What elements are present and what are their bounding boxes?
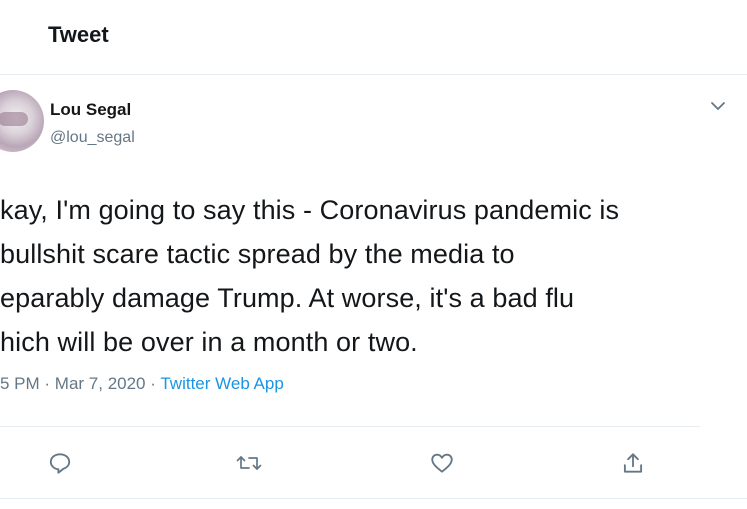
divider bbox=[0, 426, 700, 427]
reply-button[interactable] bbox=[43, 446, 77, 480]
tweet-line: bullshit scare tactic spread by the medi… bbox=[0, 239, 515, 269]
avatar[interactable] bbox=[0, 90, 44, 152]
tweet-line: hich will be over in a month or two. bbox=[0, 327, 418, 357]
tweet-actions bbox=[0, 440, 747, 488]
retweet-icon bbox=[235, 450, 263, 476]
retweet-button[interactable] bbox=[232, 446, 266, 480]
tweet-time[interactable]: 5 PM bbox=[0, 374, 40, 393]
meta-separator: · bbox=[145, 374, 161, 393]
like-button[interactable] bbox=[425, 446, 459, 480]
tweet-date[interactable]: Mar 7, 2020 bbox=[55, 374, 146, 393]
share-button[interactable] bbox=[616, 446, 650, 480]
share-icon bbox=[620, 450, 646, 476]
meta-separator: · bbox=[39, 374, 55, 393]
tweet-line: eparably damage Trump. At worse, it's a … bbox=[0, 283, 575, 313]
divider bbox=[0, 498, 747, 499]
tweet-text: kay, I'm going to say this - Coronavirus… bbox=[0, 188, 740, 364]
reply-icon bbox=[47, 450, 73, 476]
chevron-down-icon[interactable] bbox=[706, 96, 730, 116]
tweet-source-link[interactable]: Twitter Web App bbox=[160, 374, 283, 393]
author-handle[interactable]: @lou_segal bbox=[50, 129, 135, 147]
page-title: Tweet bbox=[48, 22, 109, 47]
tweet-line: kay, I'm going to say this - Coronavirus… bbox=[0, 195, 620, 225]
tweet-header: Tweet bbox=[0, 0, 747, 75]
author-name[interactable]: Lou Segal bbox=[50, 100, 131, 120]
tweet-meta: 5 PM · Mar 7, 2020 · Twitter Web App bbox=[0, 374, 284, 394]
like-icon bbox=[428, 450, 456, 476]
